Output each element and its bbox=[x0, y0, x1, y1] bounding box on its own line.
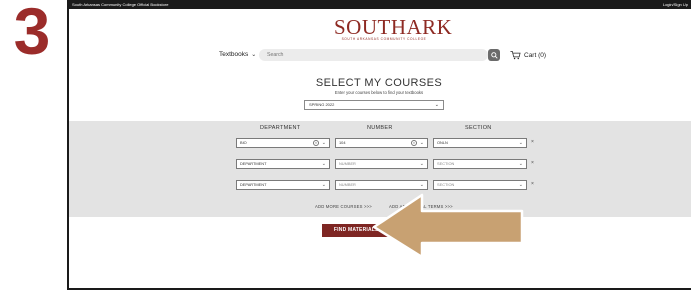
clear-icon[interactable]: × bbox=[411, 140, 417, 146]
section-column-header: SECTION bbox=[465, 125, 492, 131]
step-number: 3 bbox=[13, 0, 51, 68]
section-value: ONLN bbox=[437, 140, 448, 145]
number-select[interactable]: NUMBER ⌄ bbox=[335, 159, 428, 169]
chevron-down-icon: ⌄ bbox=[419, 182, 424, 188]
number-value: NUMBER bbox=[339, 161, 356, 166]
cart-icon bbox=[510, 50, 521, 60]
chevron-down-icon: ⌄ bbox=[251, 52, 257, 58]
remove-row-icon[interactable]: × bbox=[531, 160, 534, 166]
page-subtitle: Enter your courses below to find your te… bbox=[334, 90, 424, 95]
top-bar: South Arkansas Community College Officia… bbox=[69, 0, 691, 9]
section-value: SECTION bbox=[437, 182, 455, 187]
chevron-down-icon: ⌄ bbox=[518, 161, 523, 167]
add-more-courses-link[interactable]: ADD MORE COURSES >>> bbox=[315, 204, 372, 209]
department-select[interactable]: DEPARTMENT ⌄ bbox=[236, 180, 330, 190]
number-value: NUMBER bbox=[339, 182, 356, 187]
chevron-down-icon: ⌄ bbox=[518, 140, 523, 146]
department-value: DEPARTMENT bbox=[240, 182, 267, 187]
number-select[interactable]: 104 × ⌄ bbox=[335, 138, 428, 148]
department-column-header: DEPARTMENT bbox=[260, 125, 301, 131]
chevron-down-icon: ⌄ bbox=[321, 161, 326, 167]
department-value: DEPARTMENT bbox=[240, 161, 267, 166]
term-select[interactable]: SPRING 2022 ⌄ bbox=[304, 100, 444, 110]
chevron-down-icon: ⌄ bbox=[518, 182, 523, 188]
clear-icon[interactable]: × bbox=[313, 140, 319, 146]
chevron-down-icon: ⌄ bbox=[321, 140, 326, 146]
page-title: SELECT MY COURSES bbox=[315, 77, 443, 89]
term-selected: SPRING 2022 bbox=[309, 102, 335, 107]
section-value: SECTION bbox=[437, 161, 455, 166]
number-column-header: NUMBER bbox=[367, 125, 393, 131]
chevron-down-icon: ⌄ bbox=[434, 102, 439, 108]
textbooks-label: Textbooks bbox=[219, 51, 249, 58]
section-select[interactable]: ONLN ⌄ bbox=[433, 138, 527, 148]
search-button[interactable] bbox=[488, 49, 500, 61]
cart-label: Cart (0) bbox=[524, 51, 547, 59]
search-input[interactable] bbox=[259, 49, 488, 61]
pointer-arrow-annotation bbox=[372, 193, 524, 259]
department-select[interactable]: DEPARTMENT ⌄ bbox=[236, 159, 330, 169]
logo-text: SOUTHARK bbox=[334, 15, 453, 39]
remove-row-icon[interactable]: × bbox=[531, 181, 534, 187]
department-select[interactable]: BIO × ⌄ bbox=[236, 138, 330, 148]
number-select[interactable]: NUMBER ⌄ bbox=[335, 180, 428, 190]
cart-link[interactable]: Cart (0) bbox=[510, 50, 546, 60]
section-select[interactable]: SECTION ⌄ bbox=[433, 180, 527, 190]
chevron-down-icon: ⌄ bbox=[419, 161, 424, 167]
logo-subtext: SOUTH ARKANSAS COMMUNITY COLLEGE bbox=[341, 37, 427, 41]
login-link[interactable]: Login/Sign Up bbox=[663, 0, 688, 9]
chevron-down-icon: ⌄ bbox=[321, 182, 326, 188]
logo[interactable]: SOUTHARK SOUTH ARKANSAS COMMUNITY COLLEG… bbox=[334, 15, 453, 41]
department-value: BIO bbox=[240, 140, 247, 145]
section-select[interactable]: SECTION ⌄ bbox=[433, 159, 527, 169]
store-name: South Arkansas Community College Officia… bbox=[72, 2, 169, 7]
textbooks-menu[interactable]: Textbooks ⌄ bbox=[219, 51, 256, 58]
search-icon bbox=[490, 51, 498, 59]
chevron-down-icon: ⌄ bbox=[419, 140, 424, 146]
remove-row-icon[interactable]: × bbox=[531, 139, 534, 145]
number-value: 104 bbox=[339, 140, 346, 145]
